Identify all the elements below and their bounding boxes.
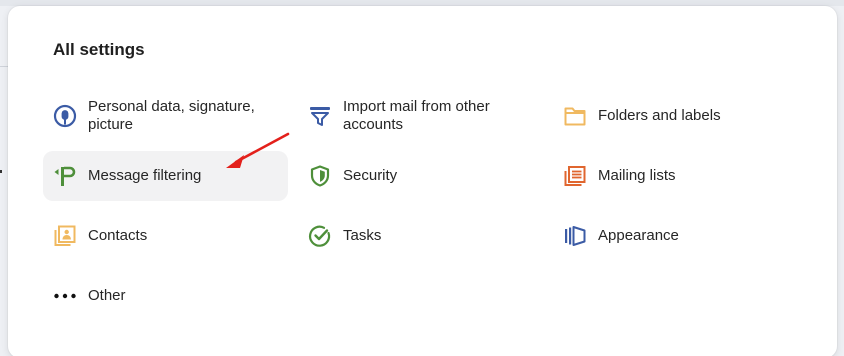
settings-item-label: Security [343, 167, 398, 184]
folder-icon [563, 104, 587, 128]
settings-item-import-mail[interactable]: Import mail from other accounts [298, 91, 543, 141]
more-dots-icon [53, 284, 77, 308]
settings-item-folders-labels[interactable]: Folders and labels [553, 91, 798, 141]
settings-item-label: Personal data, signature, picture [88, 98, 255, 133]
settings-item-label: Message filtering [88, 167, 202, 184]
background-divider [0, 66, 8, 67]
settings-item-label: Mailing lists [598, 167, 676, 184]
settings-item-label: Folders and labels [598, 107, 721, 124]
funnel-import-icon [308, 104, 332, 128]
settings-item-label: Contacts [88, 227, 148, 244]
settings-item-personal-data[interactable]: Personal data, signature, picture [43, 91, 288, 141]
settings-item-contacts[interactable]: Contacts [43, 211, 288, 261]
settings-item-message-filtering[interactable]: Message filtering [43, 151, 288, 201]
panel-title: All settings [53, 40, 145, 59]
settings-item-mailing-lists[interactable]: Mailing lists [553, 151, 798, 201]
filter-signpost-icon [53, 164, 77, 188]
settings-item-security[interactable]: Security [298, 151, 543, 201]
settings-item-appearance[interactable]: Appearance [553, 211, 798, 261]
mailing-list-icon [563, 164, 587, 188]
appearance-icon [563, 224, 587, 248]
user-circle-icon [53, 104, 77, 128]
settings-item-label: Import mail from other accounts [343, 98, 490, 133]
shield-icon [308, 164, 332, 188]
background-tick [0, 170, 2, 173]
settings-item-label: Other [88, 287, 126, 304]
settings-item-label: Tasks [343, 227, 382, 244]
settings-item-tasks[interactable]: Tasks [298, 211, 543, 261]
settings-item-other[interactable]: Other [43, 271, 288, 321]
contacts-icon [53, 224, 77, 248]
settings-panel: All settings Personal data, signature, p… [8, 6, 837, 356]
settings-item-label: Appearance [598, 227, 679, 244]
check-circle-icon [308, 224, 332, 248]
